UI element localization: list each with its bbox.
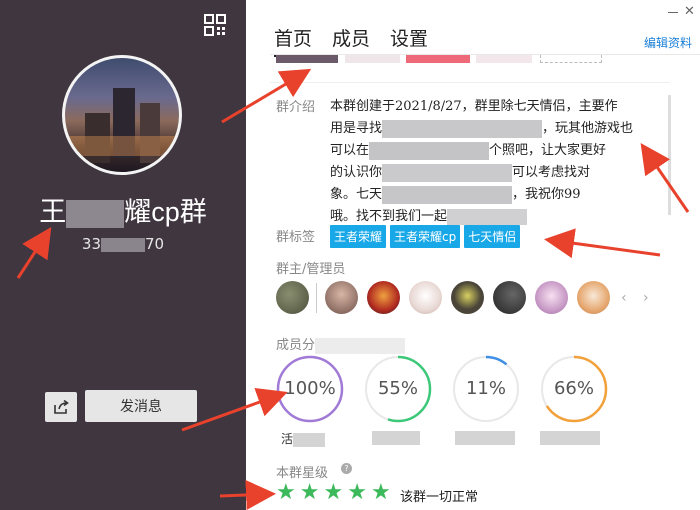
star-icon: ★ (347, 480, 367, 505)
group-avatar[interactable] (62, 55, 182, 175)
blur-mask (382, 163, 513, 182)
stat-label (455, 430, 515, 445)
photo-strip-item (540, 55, 602, 63)
share-button[interactable] (45, 392, 77, 422)
blur-mask (101, 237, 145, 252)
blur-mask (293, 432, 326, 447)
photo-strip-item (345, 55, 400, 63)
star-icon: ★ (299, 480, 320, 505)
tab-members[interactable]: 成员 (332, 24, 370, 57)
star-icon: ★ (370, 480, 391, 505)
owner-avatar[interactable] (276, 281, 309, 314)
photo-strip-item (276, 55, 338, 63)
star-rating: ★ ★ ★ ★ ★ (276, 482, 391, 504)
qr-code-icon[interactable] (204, 14, 226, 36)
profile-sidebar: 王耀cp群 33 70 发消息 (0, 0, 246, 510)
divider (270, 82, 670, 83)
admin-avatar[interactable] (409, 281, 442, 314)
intro-text: 本群创建于2021/8/27，群里除七天情侣，主要作 用是寻找 ，玩其他游戏也 可… (330, 99, 634, 225)
tag[interactable]: 王者荣耀 (330, 225, 387, 248)
edit-profile-link[interactable]: 编辑资料 (644, 34, 692, 51)
send-message-button[interactable]: 发消息 (85, 390, 197, 422)
blur-mask (372, 430, 420, 445)
close-icon[interactable]: ✕ (684, 4, 695, 19)
admin-avatar[interactable] (577, 281, 610, 314)
stat-ring: 100% (276, 355, 344, 423)
blur-mask (540, 430, 600, 445)
level-label: 本群星级 (276, 466, 329, 481)
stat-label: 活 (281, 430, 326, 447)
tag-list: 王者荣耀 王者荣耀cp 七天情侣 (330, 225, 521, 248)
admin-list: ‹ › (276, 281, 655, 314)
stat-label (372, 430, 420, 445)
help-icon[interactable]: ? (341, 463, 352, 474)
pager-arrows[interactable]: ‹ › (621, 290, 655, 306)
star-icon: ★ (276, 480, 296, 505)
tab-settings[interactable]: 设置 (390, 24, 428, 57)
admin-avatar[interactable] (325, 281, 358, 314)
admins-label: 群主/管理员 (276, 262, 346, 277)
blur-mask (369, 141, 490, 160)
admin-avatar[interactable] (493, 281, 526, 314)
blur-mask (447, 208, 528, 225)
blur-mask (382, 119, 543, 138)
stat-label (540, 430, 600, 445)
intro-label: 群介绍 (276, 100, 316, 115)
divider (316, 282, 317, 313)
arrow (544, 228, 661, 259)
photo-strip-item (406, 55, 470, 63)
photo-strip-item (476, 55, 532, 63)
level-status: 该群一切正常 (400, 490, 479, 505)
tab-home[interactable]: 首页 (274, 24, 313, 57)
star-icon: ★ (323, 480, 344, 505)
tag[interactable]: 王者荣耀cp (390, 225, 461, 248)
blur-mask (315, 337, 406, 354)
stat-ring: 11% (452, 355, 520, 423)
admin-avatar[interactable] (451, 281, 484, 314)
stat-ring: 55% (364, 355, 432, 423)
tag[interactable]: 七天情侣 (464, 225, 521, 248)
tags-label: 群标签 (276, 230, 316, 245)
share-icon (54, 399, 69, 414)
admin-avatar[interactable] (367, 281, 400, 314)
blur-mask (66, 199, 125, 228)
stat-ring: 66% (540, 355, 608, 423)
admin-avatar[interactable] (535, 281, 568, 314)
minimize-icon[interactable] (668, 12, 678, 13)
member-stats: 100% 55% 11% 66% (276, 355, 608, 423)
tab-bar: 首页 成员 设置 (274, 24, 428, 57)
blur-mask (382, 185, 513, 204)
group-name: 王耀cp群 (39, 197, 207, 228)
members-label: 成员分 (276, 334, 406, 354)
scrollbar[interactable] (668, 95, 671, 215)
blur-mask (455, 430, 515, 445)
group-id: 33 70 (81, 235, 165, 253)
